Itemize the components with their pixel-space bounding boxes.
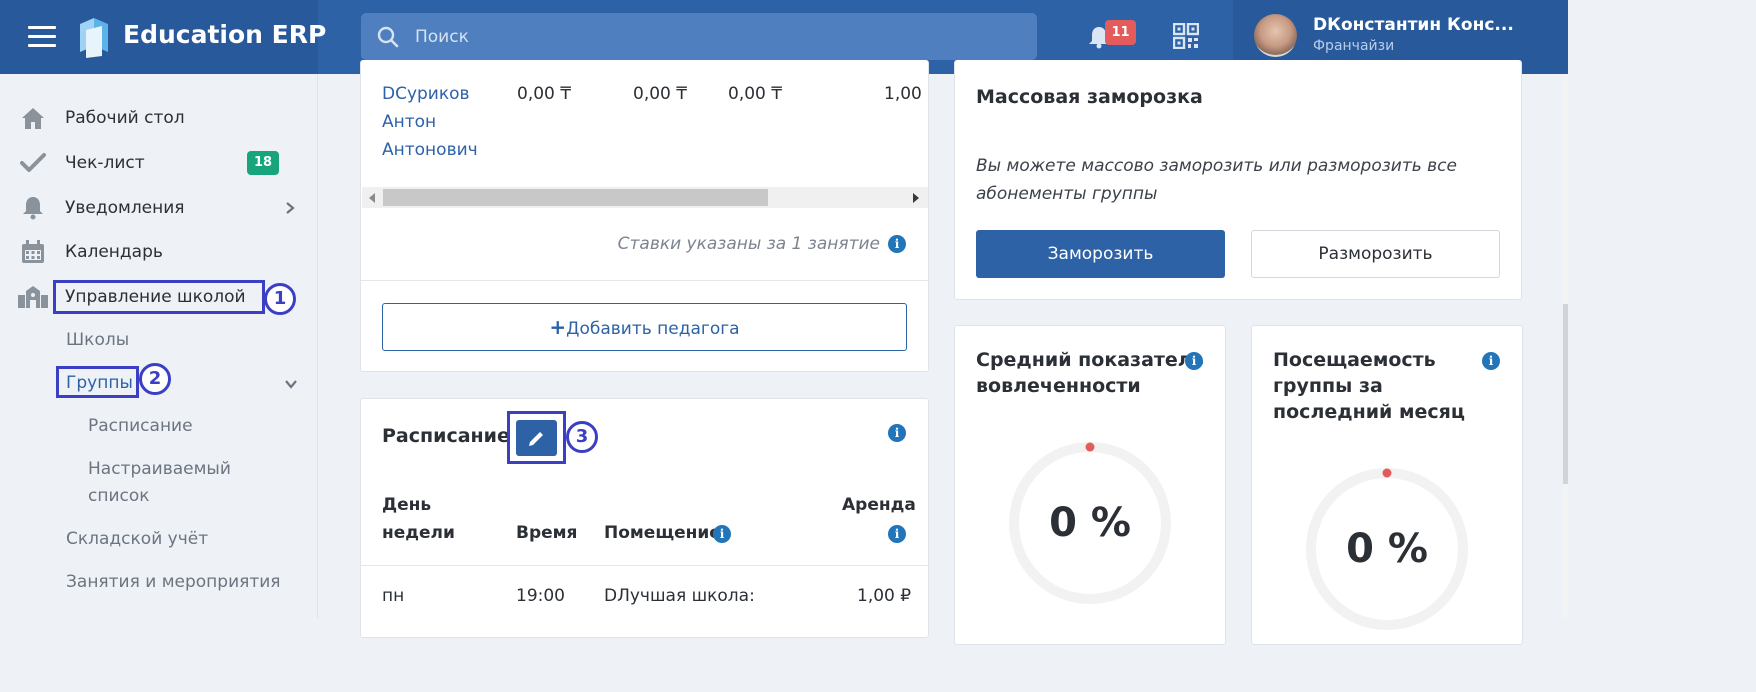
annotation-highlight-2 [56,366,139,398]
teacher-name-link-line3[interactable]: Антонович [382,140,478,160]
engagement-title: Средний показатель [976,349,1204,371]
sidebar-subitem-lessons-events[interactable]: Занятия и мероприятия [66,572,281,592]
checklist-count-badge: 18 [247,151,279,175]
sidebar-item-calendar[interactable]: Календарь [0,232,318,272]
info-icon[interactable]: i [888,525,906,543]
schedule-cell-day: пн [382,586,405,606]
divider [361,565,928,566]
sidebar-item-dashboard[interactable]: Рабочий стол [0,98,318,138]
column-header-time: Время [516,523,578,543]
menu-icon[interactable] [28,26,56,48]
search-placeholder: Поиск [415,27,469,47]
unfreeze-button[interactable]: Разморозить [1251,230,1500,278]
sidebar-subitem-custom-list[interactable]: Настраиваемый [88,459,231,479]
plus-icon: + [549,315,567,339]
check-icon [20,153,46,172]
rates-note-text: Ставки указаны за 1 занятие [617,234,880,254]
qr-code-icon[interactable] [1173,23,1199,49]
add-teacher-button[interactable]: +Добавить педагога [382,303,907,351]
sidebar-item-label: Чек-лист [65,153,145,173]
rates-note: Ставки указаны за 1 занятие [560,234,880,256]
attendance-title: Посещаемость [1273,349,1436,371]
freeze-button[interactable]: Заморозить [976,230,1225,278]
annotation-number-3: 3 [566,421,598,453]
sidebar-item-label: Календарь [65,242,163,262]
rate-cell: 1,00 [884,84,922,104]
sidebar-item-label: Уведомления [65,198,185,218]
schedule-cell-rent: 1,00 ₽ [857,586,912,606]
annotation-highlight-3 [507,411,566,464]
annotation-number-2: 2 [139,363,171,395]
schedule-title: Расписание [382,425,510,447]
teacher-name-link[interactable]: DСуриков [382,84,470,104]
page-scrollbar-thumb[interactable] [1563,304,1568,484]
mass-freeze-description: Вы можете массово заморозить или разморо… [976,156,1457,176]
engagement-value: 0 % [1049,500,1131,546]
info-icon[interactable]: i [1482,352,1500,370]
add-teacher-label: Добавить педагога [566,319,740,339]
divider [361,280,928,281]
scroll-left-icon[interactable] [368,193,376,203]
calendar-icon [22,240,44,263]
app-title: Education ERP [123,20,327,49]
schedule-cell-time: 19:00 [516,586,565,606]
avatar[interactable] [1254,14,1297,57]
notifications-count-badge: 11 [1105,20,1136,45]
user-name: DКонстантин Конс... [1313,15,1514,35]
page-scrollbar[interactable] [1563,74,1568,618]
bell-icon [23,197,43,220]
annotation-highlight-1 [53,280,265,314]
column-header-day-line2: недели [382,523,455,543]
mass-freeze-title: Массовая заморозка [976,86,1203,108]
annotation-number-1: 1 [264,283,296,315]
sidebar-item-label: Рабочий стол [65,108,185,128]
user-role: Франчайзи [1313,38,1395,54]
info-icon[interactable]: i [713,525,731,543]
teacher-name-link-line2[interactable]: Антон [382,112,436,132]
attendance-title-line3: последний месяц [1273,401,1465,423]
chevron-right-icon [286,202,295,214]
rate-cell: 0,00 ₸ [633,84,688,104]
column-header-day: День [382,495,432,515]
mass-freeze-description-line2: абонементы группы [976,184,1158,204]
attendance-value: 0 % [1346,526,1428,572]
school-icon [18,286,48,308]
column-header-rent: Аренда [842,495,916,515]
scroll-right-icon[interactable] [912,193,920,203]
info-icon[interactable]: i [1185,352,1203,370]
sidebar-subitem-warehouse[interactable]: Складской учёт [66,529,208,549]
home-icon [22,108,44,129]
sidebar-item-notifications[interactable]: Уведомления [0,188,318,228]
sidebar-subitem-schedule[interactable]: Расписание [88,416,193,436]
schedule-cell-room: DЛучшая школа: [604,586,755,606]
logo-icon [80,18,108,58]
rate-cell: 0,00 ₸ [517,84,572,104]
info-icon[interactable]: i [888,235,906,253]
sidebar-subitem-custom-list-line2[interactable]: список [88,486,150,506]
chevron-down-icon[interactable] [285,378,297,390]
attendance-title-line2: группы за [1273,375,1383,397]
info-icon[interactable]: i [888,424,906,442]
sidebar-subitem-schools[interactable]: Школы [66,330,129,350]
rate-cell: 0,00 ₸ [728,84,783,104]
engagement-title-line2: вовлеченности [976,375,1141,397]
column-header-room: Помещение [604,523,721,543]
horizontal-scrollbar[interactable] [362,187,928,208]
scrollbar-thumb[interactable] [383,189,768,206]
search-icon [377,26,399,48]
search-input[interactable]: Поиск [361,13,1037,60]
